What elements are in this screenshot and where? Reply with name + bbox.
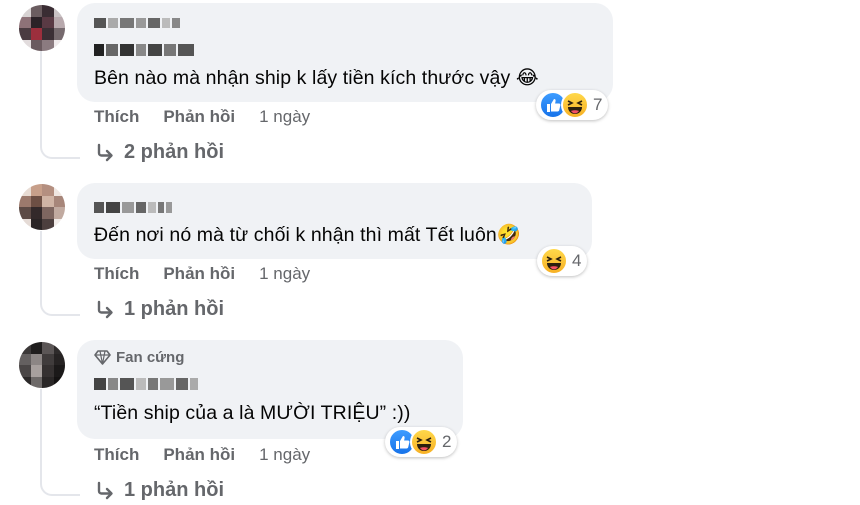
thread-line xyxy=(40,48,42,138)
fan-badge[interactable]: Fan cứng xyxy=(94,349,184,366)
view-replies-button[interactable]: 1 phản hồi xyxy=(94,479,224,502)
haha-icon xyxy=(410,428,438,456)
haha-icon xyxy=(561,91,589,119)
haha-icon xyxy=(540,247,568,275)
reply-button[interactable]: Phản hồi xyxy=(163,445,235,465)
author-name[interactable] xyxy=(94,43,196,56)
comment-actions: Thích Phản hồi 1 ngày xyxy=(94,107,310,127)
comment-bubble: Đến nơi nó mà từ chối k nhận thì mất Tết… xyxy=(77,183,592,259)
reply-button[interactable]: Phản hồi xyxy=(163,107,235,127)
reply-connector xyxy=(40,137,80,159)
reply-arrow-icon xyxy=(97,143,113,161)
timestamp[interactable]: 1 ngày xyxy=(259,445,310,465)
timestamp[interactable]: 1 ngày xyxy=(259,107,310,127)
comment-text: Bên nào mà nhận ship k lấy tiền kích thư… xyxy=(94,67,539,89)
thread-line xyxy=(40,389,42,475)
view-replies-label: 2 phản hồi xyxy=(124,141,224,163)
author-name[interactable] xyxy=(94,15,182,28)
reaction-summary[interactable]: 2 xyxy=(385,427,458,457)
comment-bubble: Fan cứng “Tiền ship của a là MƯỜI TRIỆU”… xyxy=(77,340,463,439)
reaction-summary[interactable]: 4 xyxy=(537,246,588,276)
reply-arrow-icon xyxy=(97,300,113,318)
view-replies-label: 1 phản hồi xyxy=(124,298,224,320)
like-button[interactable]: Thích xyxy=(94,264,139,284)
like-button[interactable]: Thích xyxy=(94,445,139,465)
comment-text: “Tiền ship của a là MƯỜI TRIỆU” :)) xyxy=(94,402,411,424)
author-name[interactable] xyxy=(94,200,174,213)
comment-actions: Thích Phản hồi 1 ngày xyxy=(94,264,310,284)
diamond-icon xyxy=(94,350,111,365)
reply-arrow-icon xyxy=(97,481,113,499)
view-replies-button[interactable]: 2 phản hồi xyxy=(94,141,224,164)
avatar[interactable] xyxy=(19,5,65,51)
reply-button[interactable]: Phản hồi xyxy=(163,264,235,284)
reply-connector xyxy=(40,474,80,496)
comment-actions: Thích Phản hồi 1 ngày xyxy=(94,445,310,465)
reply-connector xyxy=(40,294,80,316)
author-name[interactable] xyxy=(94,377,200,390)
fan-badge-label: Fan cứng xyxy=(116,349,185,366)
reaction-count: 2 xyxy=(442,432,452,451)
like-button[interactable]: Thích xyxy=(94,107,139,127)
thread-line xyxy=(40,231,42,295)
comment-text: Đến nơi nó mà từ chối k nhận thì mất Tết… xyxy=(94,224,522,246)
view-replies-button[interactable]: 1 phản hồi xyxy=(94,298,224,321)
view-replies-label: 1 phản hồi xyxy=(124,479,224,501)
avatar[interactable] xyxy=(19,342,65,388)
timestamp[interactable]: 1 ngày xyxy=(259,264,310,284)
reaction-count: 7 xyxy=(593,95,603,114)
reaction-count: 4 xyxy=(572,251,582,270)
avatar[interactable] xyxy=(19,184,65,230)
reaction-summary[interactable]: 7 xyxy=(536,90,609,120)
comment-bubble: Bên nào mà nhận ship k lấy tiền kích thư… xyxy=(77,3,613,102)
